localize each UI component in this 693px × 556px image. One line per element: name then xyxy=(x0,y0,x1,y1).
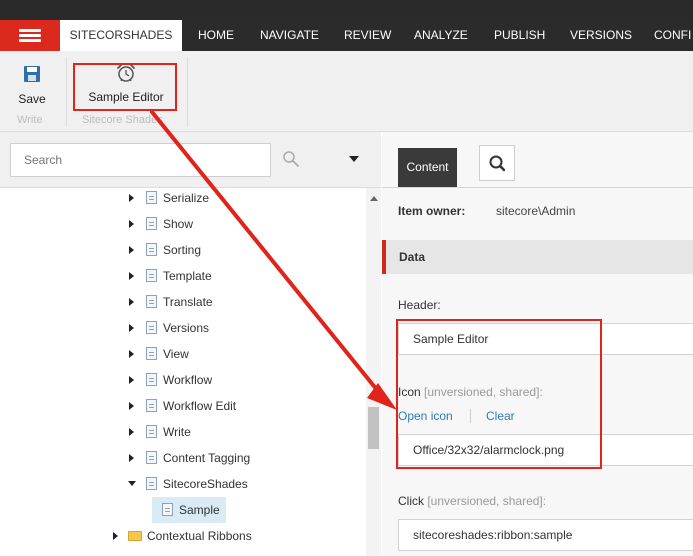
tree-item-label: Contextual Ribbons xyxy=(147,529,252,543)
search-dropdown-icon[interactable] xyxy=(349,156,359,162)
tree-item-label: Translate xyxy=(163,295,213,309)
scroll-up-icon[interactable] xyxy=(370,196,378,201)
tree-item-label: Sorting xyxy=(163,243,202,257)
expand-arrow-icon[interactable] xyxy=(129,376,134,384)
document-icon xyxy=(146,451,157,464)
tab-navigate[interactable]: NAVIGATE xyxy=(260,20,319,51)
expand-arrow-icon[interactable] xyxy=(129,272,134,280)
save-icon xyxy=(24,66,40,82)
sitecore-shades-group-label: Sitecore Shades xyxy=(82,114,163,126)
save-button[interactable]: Save xyxy=(10,65,54,106)
tab-sitecorshades[interactable]: SITECORSHADES xyxy=(60,20,182,51)
click-field[interactable]: sitecoreshades:ribbon:sample xyxy=(398,519,693,551)
document-icon xyxy=(146,425,157,438)
document-icon xyxy=(162,503,173,516)
tab-analyze[interactable]: ANALYZE xyxy=(414,20,468,51)
expand-arrow-icon[interactable] xyxy=(129,428,134,436)
tree-item[interactable]: Sorting xyxy=(0,237,366,263)
search-button[interactable] xyxy=(479,145,515,181)
save-label: Save xyxy=(18,92,46,106)
expand-arrow-icon[interactable] xyxy=(129,194,134,202)
highlight-box xyxy=(396,319,602,469)
tab-publish[interactable]: PUBLISH xyxy=(494,20,545,51)
header-field-label: Header: xyxy=(398,298,441,312)
tree-item[interactable]: Write xyxy=(0,419,366,445)
tree-item-label: Template xyxy=(163,269,212,283)
tab-configure[interactable]: CONFI xyxy=(654,20,691,51)
tab-content[interactable]: Content xyxy=(398,148,457,187)
tree-item[interactable]: Translate xyxy=(0,289,366,315)
click-label-meta: [unversioned, shared]: xyxy=(427,494,547,508)
search-icon xyxy=(489,155,506,172)
expand-arrow-icon[interactable] xyxy=(129,220,134,228)
highlight-box xyxy=(73,63,177,111)
document-icon xyxy=(146,477,157,490)
window-top-strip xyxy=(0,0,693,20)
tree-item-label: Serialize xyxy=(163,191,210,205)
document-icon xyxy=(146,269,157,282)
tree-item-label: Workflow xyxy=(163,373,213,387)
tree-item[interactable]: Serialize xyxy=(0,188,366,211)
expand-arrow-icon[interactable] xyxy=(129,298,134,306)
tree-item[interactable]: Workflow Edit xyxy=(0,393,366,419)
tab-review[interactable]: REVIEW xyxy=(344,20,391,51)
tree-item[interactable]: Versions xyxy=(0,315,366,341)
expand-arrow-icon[interactable] xyxy=(129,324,134,332)
expand-arrow-icon[interactable] xyxy=(129,246,134,254)
document-icon xyxy=(146,217,157,230)
tree-item[interactable]: Contextual Ribbons xyxy=(0,523,366,549)
tree-item-label: Write xyxy=(163,425,191,439)
document-icon xyxy=(146,321,157,334)
document-icon xyxy=(146,243,157,256)
tree-item-label: Show xyxy=(163,217,194,231)
content-tree-panel: Serialize Show Sorting Template Translat… xyxy=(0,132,381,556)
expand-arrow-icon[interactable] xyxy=(129,454,134,462)
tree-item-label: Content Tagging xyxy=(163,451,251,465)
menu-button[interactable] xyxy=(0,20,60,51)
ribbon-tab-bar: SITECORSHADES HOME NAVIGATE REVIEW ANALY… xyxy=(0,20,693,51)
click-field-label: Click [unversioned, shared]: xyxy=(398,494,546,508)
tree-item[interactable]: SitecoreShades xyxy=(0,471,366,497)
scrollbar-thumb[interactable] xyxy=(368,407,379,449)
write-group-label: Write xyxy=(17,114,43,126)
tree-item[interactable]: Show xyxy=(0,211,366,237)
folder-icon xyxy=(128,531,142,541)
tree-item-label: View xyxy=(163,347,189,361)
tree-item[interactable]: Template xyxy=(0,263,366,289)
tree-scrollbar[interactable] xyxy=(366,188,381,556)
item-owner-label: Item owner: xyxy=(398,204,466,218)
ribbon-group-write: Save Write xyxy=(0,51,66,132)
tree-item-label: Sample xyxy=(179,503,220,517)
click-label-text: Click xyxy=(398,494,424,508)
ribbon-separator xyxy=(187,57,188,127)
content-tree: Serialize Show Sorting Template Translat… xyxy=(0,188,366,556)
tree-item-selected[interactable]: Sample xyxy=(152,497,226,523)
tree-item[interactable]: Content Tagging xyxy=(0,445,366,471)
document-icon xyxy=(146,347,157,360)
tree-item-label: Versions xyxy=(163,321,210,335)
document-icon xyxy=(146,373,157,386)
document-icon xyxy=(146,399,157,412)
expand-arrow-icon[interactable] xyxy=(129,350,134,358)
tree-item-label: Workflow Edit xyxy=(163,399,237,413)
document-icon xyxy=(146,191,157,204)
tree-item[interactable]: Workflow xyxy=(0,367,366,393)
hamburger-icon xyxy=(19,29,41,32)
section-title: Data xyxy=(399,250,426,264)
expand-arrow-icon[interactable] xyxy=(129,402,134,410)
tree-item-label: SitecoreShades xyxy=(163,477,248,491)
tab-divider xyxy=(382,187,693,188)
search-input[interactable] xyxy=(10,143,271,177)
tree-item[interactable]: View xyxy=(0,341,366,367)
section-header-data[interactable]: Data xyxy=(382,240,693,274)
search-icon[interactable] xyxy=(282,150,300,168)
collapse-arrow-icon[interactable] xyxy=(128,481,136,486)
tab-home[interactable]: HOME xyxy=(198,20,234,51)
tab-versions[interactable]: VERSIONS xyxy=(570,20,632,51)
expand-arrow-icon[interactable] xyxy=(113,532,118,540)
search-bar xyxy=(0,132,381,188)
item-owner-value: sitecore\Admin xyxy=(496,204,576,218)
document-icon xyxy=(146,295,157,308)
